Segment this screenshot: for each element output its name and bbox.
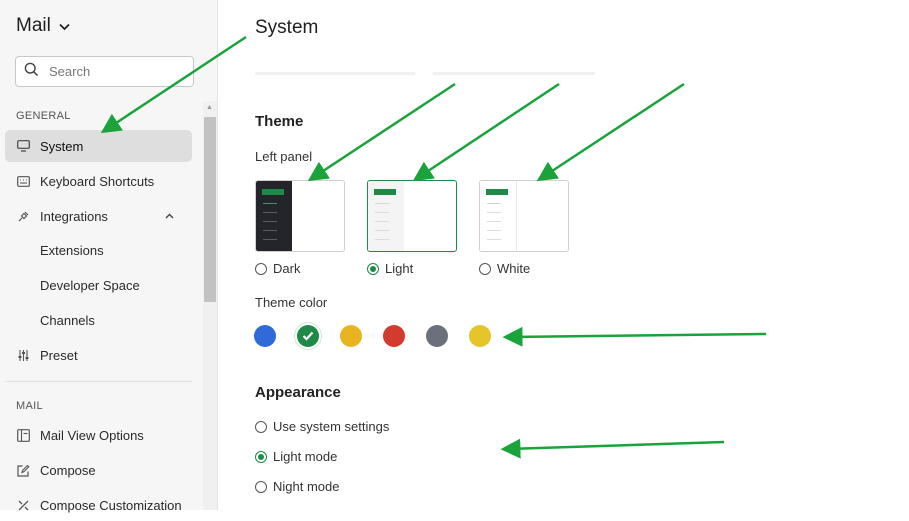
sidebar-item-label: System bbox=[40, 138, 84, 154]
theme-color-label: Theme color bbox=[255, 295, 328, 310]
radio-label: Light bbox=[385, 261, 414, 276]
theme-color-swatch[interactable] bbox=[383, 325, 405, 347]
plug-icon bbox=[16, 209, 30, 223]
left-panel-label: Left panel bbox=[255, 149, 313, 164]
sidebar-item-label: Integrations bbox=[40, 208, 108, 224]
monitor-icon bbox=[16, 139, 30, 153]
app-switcher[interactable]: Mail bbox=[16, 15, 70, 37]
left-panel-option-dark[interactable] bbox=[255, 180, 345, 252]
left-panel-option-light[interactable] bbox=[367, 180, 457, 252]
chevron-down-icon bbox=[59, 20, 70, 34]
sidebar-item-label: Mail View Options bbox=[40, 427, 144, 443]
page-title: System bbox=[255, 17, 319, 38]
theme-color-swatch[interactable] bbox=[426, 325, 448, 347]
radio-button[interactable] bbox=[255, 420, 267, 433]
sidebar-divider bbox=[5, 381, 192, 382]
sidebar-item-channels[interactable]: Channels bbox=[40, 313, 95, 328]
sidebar: Mail GENERAL System Keyboard Shortcuts I… bbox=[0, 0, 218, 513]
chevron-up-icon[interactable] bbox=[165, 210, 174, 222]
left-panel-option-white[interactable] bbox=[479, 180, 569, 252]
theme-color-swatch[interactable] bbox=[254, 325, 276, 347]
annotation-arrow bbox=[412, 82, 560, 182]
sliders-icon bbox=[16, 348, 30, 362]
left-panel-radio-light[interactable]: Light bbox=[367, 261, 413, 276]
theme-color-swatch[interactable] bbox=[340, 325, 362, 347]
search-icon bbox=[24, 62, 39, 82]
appearance-option-system[interactable]: Use system settings bbox=[255, 419, 389, 434]
sidebar-item-label: Preset bbox=[40, 347, 78, 363]
theme-color-swatch[interactable] bbox=[469, 325, 491, 347]
radio-button[interactable] bbox=[255, 480, 267, 493]
annotation-arrow bbox=[502, 326, 767, 347]
sidebar-item-extensions[interactable]: Extensions bbox=[40, 243, 104, 258]
left-panel-radio-dark[interactable]: Dark bbox=[255, 261, 300, 276]
search-box[interactable] bbox=[15, 56, 194, 87]
appearance-option-light[interactable]: Light mode bbox=[255, 449, 337, 464]
radio-button[interactable] bbox=[479, 262, 491, 275]
checkmark-icon bbox=[302, 331, 314, 341]
theme-color-swatch[interactable] bbox=[297, 325, 319, 347]
radio-button[interactable] bbox=[255, 450, 267, 463]
annotation-arrow bbox=[500, 438, 725, 459]
radio-label: Dark bbox=[273, 261, 301, 276]
tab-underline bbox=[255, 72, 415, 75]
section-label-general: GENERAL bbox=[16, 110, 71, 122]
section-label-mail: MAIL bbox=[16, 400, 43, 412]
sidebar-item-developer-space[interactable]: Developer Space bbox=[40, 278, 140, 293]
theme-heading: Theme bbox=[255, 113, 304, 130]
annotation-arrow bbox=[307, 82, 456, 182]
sidebar-item-mail-view-options[interactable]: Mail View Options bbox=[5, 419, 192, 451]
sidebar-item-keyboard-shortcuts[interactable]: Keyboard Shortcuts bbox=[5, 165, 192, 197]
annotation-arrow bbox=[536, 82, 685, 182]
tab-underline bbox=[433, 72, 595, 75]
sidebar-item-compose[interactable]: Compose bbox=[5, 454, 192, 486]
sidebar-scrollbar-thumb[interactable] bbox=[204, 117, 216, 302]
sidebar-item-label: Compose Customization bbox=[40, 497, 182, 513]
radio-button[interactable] bbox=[367, 262, 379, 275]
sidebar-item-compose-customization[interactable]: Compose Customization bbox=[5, 489, 192, 521]
search-input[interactable] bbox=[47, 63, 181, 80]
sidebar-item-label: Compose bbox=[40, 462, 96, 478]
radio-label: Light mode bbox=[273, 449, 338, 464]
scroll-up-arrow-icon[interactable]: ▲ bbox=[206, 104, 213, 111]
left-panel-radio-white[interactable]: White bbox=[479, 261, 530, 276]
appearance-heading: Appearance bbox=[255, 384, 341, 401]
radio-label: Night mode bbox=[273, 479, 340, 494]
keyboard-icon bbox=[16, 174, 30, 188]
app-title: Mail bbox=[16, 15, 51, 36]
sidebar-item-label: Keyboard Shortcuts bbox=[40, 173, 155, 189]
radio-label: White bbox=[497, 261, 531, 276]
radio-label: Use system settings bbox=[273, 419, 390, 434]
sidebar-item-system[interactable]: System bbox=[5, 130, 192, 162]
edit-icon bbox=[16, 463, 30, 477]
sidebar-item-preset[interactable]: Preset bbox=[5, 339, 192, 371]
radio-button[interactable] bbox=[255, 262, 267, 275]
sidebar-item-integrations[interactable]: Integrations bbox=[5, 200, 192, 232]
layout-icon bbox=[16, 428, 30, 442]
appearance-option-night[interactable]: Night mode bbox=[255, 479, 339, 494]
